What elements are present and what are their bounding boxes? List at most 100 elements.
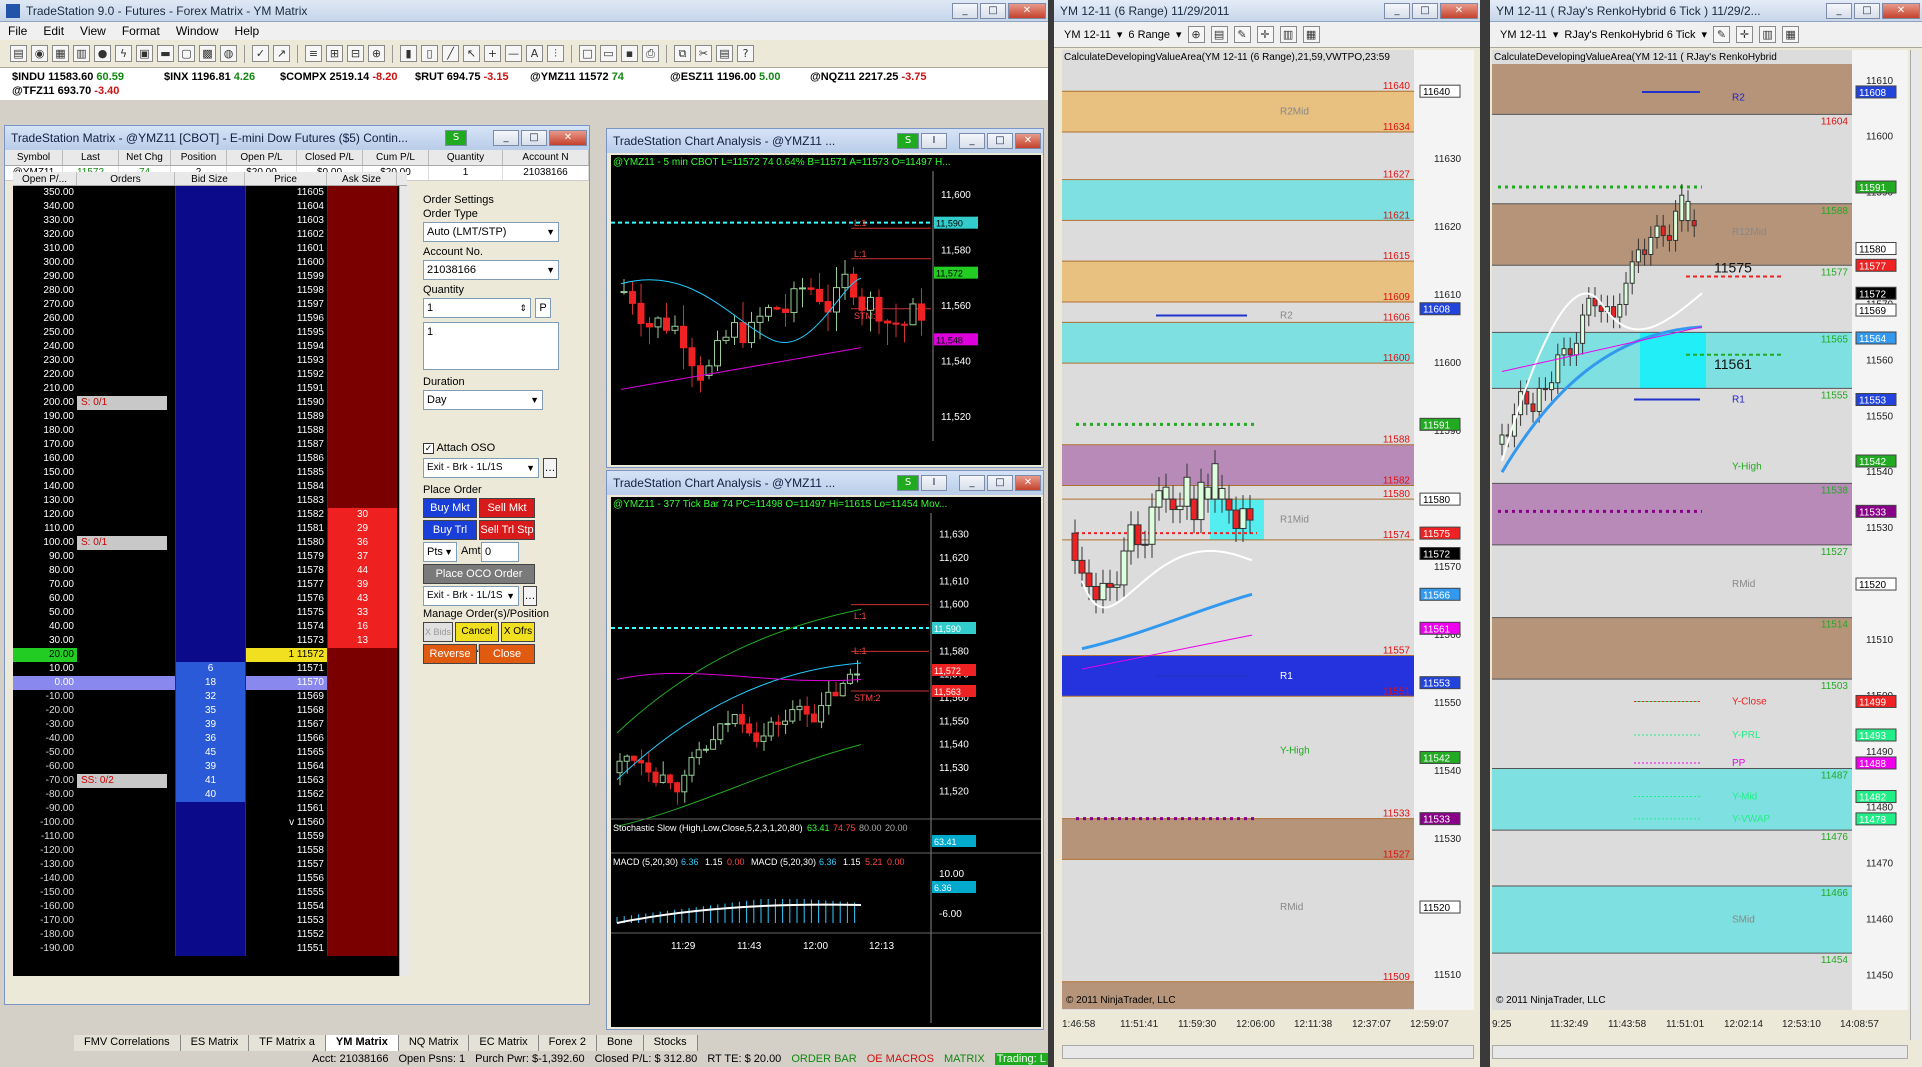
save-icon[interactable]: ▪	[621, 45, 638, 62]
ladder-row[interactable]: -150.00 11555	[13, 886, 407, 900]
ladder-row[interactable]: 130.00 11583	[13, 494, 407, 508]
ladder-bid[interactable]: 39	[175, 718, 245, 732]
ladder-row[interactable]: -50.00 45 11565	[13, 746, 407, 760]
ladder-bid[interactable]	[175, 928, 245, 942]
print-icon[interactable]: ⎙	[642, 45, 659, 62]
ladder-bid[interactable]: 36	[175, 732, 245, 746]
ladder-ask[interactable]	[327, 914, 397, 928]
menu-format[interactable]: Format	[122, 24, 160, 38]
menu-edit[interactable]: Edit	[43, 24, 64, 38]
ladder-row[interactable]: 260.00 11596	[13, 312, 407, 326]
candles-icon[interactable]: ▯	[421, 45, 438, 62]
tab-ym-matrix[interactable]: YM Matrix	[325, 1035, 399, 1051]
nt1-close-button[interactable]: ✕	[1440, 2, 1478, 19]
ticker-item[interactable]: @YMZ11 11572 74	[530, 71, 624, 83]
close-position-button[interactable]: Close	[479, 644, 535, 664]
col-header[interactable]: Cum P/L	[363, 150, 429, 165]
ladder-ask[interactable]	[327, 410, 397, 424]
nt2-instrument-select[interactable]: YM 12-11	[1500, 29, 1547, 41]
data-box-icon[interactable]: ▦	[1302, 26, 1320, 43]
ladder-row[interactable]: 20.00 1 11572	[13, 648, 407, 662]
ladder-row[interactable]: 320.00 11602	[13, 228, 407, 242]
ladder-ask[interactable]	[327, 256, 397, 270]
help-icon[interactable]: ?	[737, 45, 754, 62]
tab-nq-matrix[interactable]: NQ Matrix	[398, 1035, 470, 1051]
ladder-ask[interactable]	[327, 382, 397, 396]
nt1-maximize-button[interactable]: □	[1412, 2, 1438, 19]
ladder-row[interactable]: 10.00 6 11571	[13, 662, 407, 676]
ladder-row[interactable]: 170.00 11587	[13, 438, 407, 452]
ladder-col-openpl[interactable]: Open P/...	[13, 172, 77, 185]
order-type-select[interactable]: Auto (LMT/STP) ▼	[423, 222, 559, 242]
menu-window[interactable]: Window	[176, 24, 219, 38]
ladder-bid[interactable]	[175, 312, 245, 326]
bars-icon[interactable]: ▮	[400, 45, 417, 62]
chart1-minimize-button[interactable]: _	[959, 133, 985, 149]
order-tag[interactable]: SS: 0/2	[77, 774, 167, 788]
trading-status-badge[interactable]: Trading: L	[994, 1053, 1048, 1065]
ladder-ask[interactable]: 43	[327, 592, 397, 606]
nt2-minimize-button[interactable]: _	[1826, 2, 1852, 19]
matrix-close-button[interactable]: ✕	[549, 130, 587, 146]
ticker-item[interactable]: $COMPX 2519.14 -8.20	[280, 71, 397, 83]
ladder-bid[interactable]	[175, 592, 245, 606]
pointer-icon[interactable]: ↖	[463, 45, 480, 62]
radar-icon[interactable]: ◉	[31, 45, 48, 62]
ladder-row[interactable]: -120.00 11558	[13, 844, 407, 858]
nt2-close-button[interactable]: ✕	[1882, 2, 1920, 19]
link-icon[interactable]: ⊟	[347, 45, 364, 62]
ladder-bid[interactable]	[175, 494, 245, 508]
ladder-ask[interactable]: 16	[327, 620, 397, 634]
spin-icon[interactable]: ⇕	[519, 299, 527, 317]
ladder-ask[interactable]	[327, 312, 397, 326]
ladder-bid[interactable]	[175, 200, 245, 214]
ladder-ask[interactable]	[327, 396, 397, 410]
matrix-icon[interactable]: ▦	[52, 45, 69, 62]
ladder-ask[interactable]	[327, 242, 397, 256]
cancel-bids-button[interactable]: X Bids	[423, 622, 453, 642]
ladder-ask[interactable]: 36	[327, 536, 397, 550]
oso-more-button[interactable]: …	[543, 458, 557, 478]
ladder-ask[interactable]	[327, 326, 397, 340]
nt2-vscrollbar[interactable]	[1910, 50, 1920, 1040]
ladder-row[interactable]: -40.00 36 11566	[13, 732, 407, 746]
ladder-bid[interactable]	[175, 648, 245, 662]
ladder-ask[interactable]	[327, 942, 397, 956]
ladder-row[interactable]: 120.00 11582 30	[13, 508, 407, 522]
cancel-offers-button[interactable]: X Ofrs	[501, 622, 535, 642]
ladder-ask[interactable]	[327, 830, 397, 844]
ladder-col-orders[interactable]: Orders	[77, 172, 175, 185]
ladder-ask[interactable]	[327, 228, 397, 242]
scanner-icon[interactable]: ▥	[73, 45, 90, 62]
ladder-ask[interactable]	[327, 746, 397, 760]
ladder-bid[interactable]	[175, 578, 245, 592]
ladder-ask[interactable]	[327, 858, 397, 872]
ladder-ask[interactable]	[327, 368, 397, 382]
ladder-ask[interactable]	[327, 676, 397, 690]
ladder-ask[interactable]	[327, 662, 397, 676]
nt1-time-axis[interactable]: 1:46:58 11:51:41 11:59:30 12:06:00 12:11:38 1…	[1062, 1013, 1474, 1041]
ladder-ask[interactable]	[327, 438, 397, 452]
ladder-row[interactable]: -20.00 35 11568	[13, 704, 407, 718]
crosshair-icon[interactable]: ✛	[1736, 26, 1754, 43]
ladder-ask[interactable]	[327, 900, 397, 914]
ladder-ask[interactable]: 30	[327, 508, 397, 522]
ladder-row[interactable]: 350.00 11605	[13, 186, 407, 200]
nt2-plot[interactable]: CalculateDevelopingValueArea(YM 12-11 ( …	[1492, 50, 1852, 1010]
ladder-ask[interactable]	[327, 452, 397, 466]
menu-file[interactable]: File	[8, 24, 27, 38]
ladder-row[interactable]: 70.00 11577 39	[13, 578, 407, 592]
ladder-row[interactable]: -60.00 39 11564	[13, 760, 407, 774]
ladder-ask[interactable]	[327, 774, 397, 788]
sell-trail-stop-button[interactable]: Sell Trl Stp	[479, 520, 535, 540]
ladder-ask[interactable]	[327, 354, 397, 368]
open-icon[interactable]: ▭	[600, 45, 617, 62]
ladder-ask[interactable]	[327, 284, 397, 298]
ladder-ask[interactable]	[327, 872, 397, 886]
ladder-row[interactable]: 200.00 S: 0/1 11590	[13, 396, 407, 410]
ladder-bid[interactable]	[175, 550, 245, 564]
ladder-ask[interactable]	[327, 690, 397, 704]
ladder-row[interactable]: 30.00 11573 13	[13, 634, 407, 648]
ladder-bid[interactable]	[175, 256, 245, 270]
ticker-item[interactable]: @ESZ11 1196.00 5.00	[670, 71, 780, 83]
